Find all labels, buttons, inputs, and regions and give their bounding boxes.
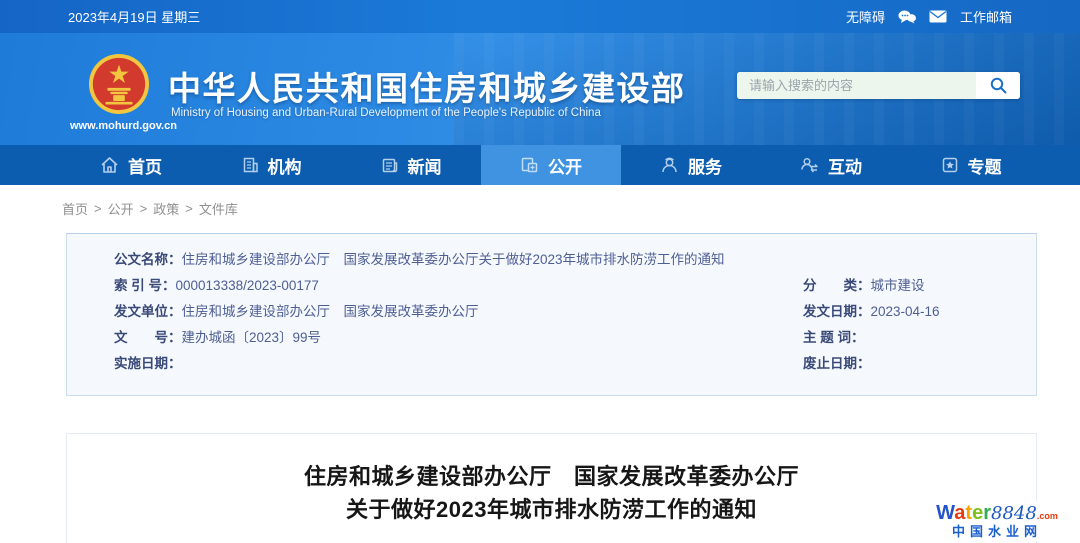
- search-button[interactable]: [976, 72, 1020, 99]
- meta-label: 发文日期：: [803, 304, 871, 319]
- masthead-banner: 中华人民共和国住房和城乡建设部 Ministry of Housing and …: [0, 33, 1080, 145]
- breadcrumb-item-home[interactable]: 首页: [62, 199, 88, 218]
- meta-value: 住房和城乡建设部办公厅 国家发展改革委办公厅关于做好2023年城市排水防涝工作的…: [182, 252, 725, 267]
- news-icon: [381, 156, 399, 174]
- meta-label: 实施日期：: [114, 356, 182, 371]
- nav-label: 新闻: [408, 153, 442, 178]
- meta-row-name: 公文名称：住房和城乡建设部办公厅 国家发展改革委办公厅关于做好2023年城市排水…: [114, 247, 1036, 273]
- nav-label: 互动: [828, 153, 862, 178]
- service-icon: [660, 156, 679, 174]
- breadcrumb-item-disclosure[interactable]: 公开: [108, 199, 134, 218]
- site-subtitle: Ministry of Housing and Urban-Rural Deve…: [171, 107, 601, 119]
- work-mailbox-link[interactable]: 工作邮箱: [960, 7, 1012, 26]
- building-icon: [241, 156, 259, 174]
- document-meta-panel: 公文名称：住房和城乡建设部办公厅 国家发展改革委办公厅关于做好2023年城市排水…: [66, 233, 1037, 396]
- breadcrumb-separator: >: [140, 201, 148, 216]
- nav-item-interaction[interactable]: 互动: [761, 145, 901, 185]
- watermark-brand: Water8848.com: [920, 502, 1074, 524]
- chat-bubbles-icon[interactable]: [898, 10, 916, 24]
- topics-icon: [941, 156, 959, 174]
- nav-label: 专题: [968, 153, 1002, 178]
- current-date: 2023年4月19日 星期三: [68, 7, 200, 26]
- national-emblem-logo: [88, 53, 150, 115]
- breadcrumb-item-library[interactable]: 文件库: [199, 199, 238, 218]
- water8848-watermark-logo: Water8848.com 中国水业网: [918, 501, 1076, 541]
- mail-icon[interactable]: [929, 10, 947, 23]
- nav-item-services[interactable]: 服务: [621, 145, 761, 185]
- breadcrumb-separator: >: [185, 201, 193, 216]
- meta-label: 公文名称：: [114, 252, 182, 267]
- disclosure-icon: [520, 156, 539, 174]
- meta-row-dates: 实施日期： 废止日期：: [114, 351, 1036, 377]
- document-card: 住房和城乡建设部办公厅 国家发展改革委办公厅 关于做好2023年城市排水防涝工作…: [66, 433, 1037, 543]
- document-title-line2: 关于做好2023年城市排水防涝工作的通知: [67, 493, 1036, 526]
- meta-value: 2023-04-16: [871, 304, 940, 319]
- site-url: www.mohurd.gov.cn: [70, 120, 177, 132]
- nav-label: 公开: [548, 153, 582, 178]
- nav-item-orgs[interactable]: 机构: [201, 145, 341, 185]
- meta-value: 住房和城乡建设部办公厅 国家发展改革委办公厅: [182, 304, 479, 319]
- site-title[interactable]: 中华人民共和国住房和城乡建设部: [168, 62, 686, 110]
- meta-label: 分 类：: [803, 278, 871, 293]
- meta-label: 主 题 词：: [803, 330, 865, 345]
- meta-label: 文 号：: [114, 330, 182, 345]
- accessibility-link[interactable]: 无障碍: [846, 7, 885, 26]
- nav-item-news[interactable]: 新闻: [341, 145, 481, 185]
- watermark-caption: 中国水业网: [920, 525, 1074, 539]
- nav-label: 服务: [688, 153, 722, 178]
- breadcrumb: 首页 > 公开 > 政策 > 文件库: [62, 199, 238, 218]
- meta-label: 发文单位：: [114, 304, 182, 319]
- breadcrumb-item-policy[interactable]: 政策: [153, 199, 179, 218]
- meta-label: 索 引 号：: [114, 278, 176, 293]
- document-title-line1: 住房和城乡建设部办公厅 国家发展改革委办公厅: [67, 460, 1036, 493]
- breadcrumb-separator: >: [94, 201, 102, 216]
- nav-item-topics[interactable]: 专题: [901, 145, 1041, 185]
- nav-label: 首页: [128, 153, 162, 178]
- main-nav: 首页 机构 新闻 公开: [0, 145, 1080, 185]
- nav-item-disclosure[interactable]: 公开: [481, 145, 621, 185]
- meta-value: 建办城函〔2023〕99号: [182, 330, 322, 345]
- meta-row-issuer: 发文单位：住房和城乡建设部办公厅 国家发展改革委办公厅 发文日期：2023-04…: [114, 299, 1036, 325]
- home-icon: [100, 156, 119, 174]
- meta-row-docnumber: 文 号：建办城函〔2023〕99号 主 题 词：: [114, 325, 1036, 351]
- meta-label: 废止日期：: [803, 356, 871, 371]
- nav-label: 机构: [268, 153, 302, 178]
- nav-item-home[interactable]: 首页: [61, 145, 201, 185]
- meta-value: 000013338/2023-00177: [176, 278, 319, 293]
- meta-row-index: 索 引 号：000013338/2023-00177 分 类：城市建设: [114, 273, 1036, 299]
- meta-value: 城市建设: [871, 278, 925, 293]
- page: 2023年4月19日 星期三 无障碍 工作邮箱: [0, 0, 1080, 543]
- search-box: [737, 72, 1020, 99]
- interaction-icon: [800, 156, 819, 174]
- search-icon: [990, 77, 1007, 94]
- search-input[interactable]: [737, 72, 976, 99]
- top-utility-bar: 2023年4月19日 星期三 无障碍 工作邮箱: [0, 0, 1080, 33]
